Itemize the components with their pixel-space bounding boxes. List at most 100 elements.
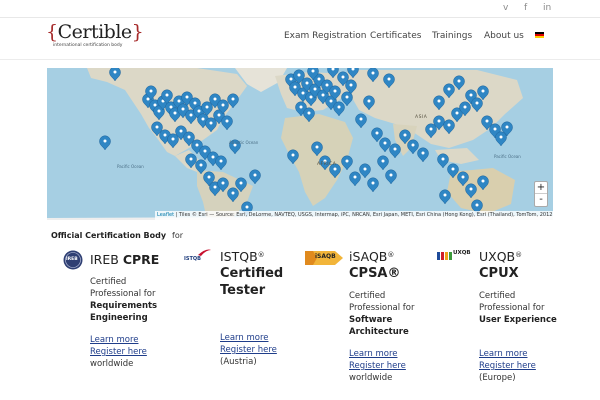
map-marker-dot [333, 89, 337, 93]
cert-ireb-title: CPRE [122, 252, 160, 267]
map-marker-dot [337, 105, 341, 109]
map-marker-dot [221, 103, 225, 107]
map-marker[interactable] [457, 171, 469, 187]
ireb-learn-more-link[interactable]: Learn more [90, 334, 185, 346]
map-marker[interactable] [359, 163, 371, 179]
map-marker[interactable] [167, 133, 179, 149]
map-marker[interactable] [389, 143, 401, 159]
map-marker[interactable] [355, 113, 367, 129]
map-marker[interactable] [347, 68, 359, 79]
istqb-learn-more-link[interactable]: Learn more [220, 332, 330, 344]
map-marker[interactable] [383, 73, 395, 89]
map-marker[interactable] [447, 163, 459, 179]
certible-logo[interactable]: {Certible} international certification b… [46, 21, 144, 53]
map-marker[interactable] [407, 139, 419, 155]
map-marker[interactable] [195, 159, 207, 175]
uxqb-logo[interactable]: UXQB [437, 247, 471, 265]
zoom-in-button[interactable]: + [535, 182, 547, 194]
map-marker-pin-icon [359, 163, 371, 179]
ireb-logo[interactable]: IREB [63, 250, 83, 274]
nav-about-us[interactable]: About us [484, 31, 524, 41]
facebook-icon[interactable]: f [524, 3, 527, 13]
map-marker-dot [353, 175, 357, 179]
isaqb-learn-more-link[interactable]: Learn more [349, 348, 459, 360]
map-marker[interactable] [303, 107, 315, 123]
map-marker[interactable] [439, 189, 451, 205]
map-marker[interactable] [363, 95, 375, 111]
map-marker-pin-icon [433, 95, 445, 111]
map-marker[interactable] [99, 135, 111, 151]
twitter-icon[interactable]: v [503, 3, 508, 13]
map-marker-dot [199, 163, 203, 167]
map-marker[interactable] [425, 123, 437, 139]
isaqb-register-link[interactable]: Register here [349, 360, 459, 372]
map-marker[interactable] [367, 68, 379, 83]
map-marker-dot [313, 87, 317, 91]
map-marker[interactable] [443, 119, 455, 135]
nav-certificates[interactable]: Certificates [370, 31, 421, 41]
map-marker[interactable] [327, 68, 339, 79]
logo-tagline: international certification body [53, 43, 123, 48]
isaqb-region: worldwide [349, 373, 393, 383]
map-marker-dot [461, 175, 465, 179]
leaflet-link[interactable]: Leaflet [157, 212, 174, 218]
uxqb-learn-more-link[interactable]: Learn more [479, 348, 594, 360]
map-marker-pin-icon [465, 183, 477, 199]
uxqb-register-link[interactable]: Register here [479, 360, 594, 372]
cert-ireb-desc-2: Professional for [90, 289, 156, 299]
map-marker[interactable] [333, 101, 345, 117]
map-marker[interactable] [495, 131, 507, 147]
map-marker-dot [371, 71, 375, 75]
map-marker[interactable] [349, 171, 361, 187]
map-marker[interactable] [433, 95, 445, 111]
map-marker[interactable] [227, 93, 239, 109]
world-map[interactable]: Atlantic Ocean Pacific Ocean AFRICA ASIA… [47, 68, 553, 220]
map-marker[interactable] [437, 153, 449, 169]
map-marker-pin-icon [383, 73, 395, 89]
nav-exam-registration[interactable]: Exam Registration [284, 31, 366, 41]
map-marker-pin-icon [205, 117, 217, 133]
cert-ireb-desc-bold-2: Engineering [90, 313, 148, 323]
map-marker-dot [245, 205, 249, 209]
map-marker[interactable] [417, 147, 429, 163]
map-marker[interactable] [249, 169, 261, 185]
cert-uxqb-desc-2: Professional for [479, 303, 545, 313]
map-marker-dot [349, 83, 353, 87]
map-marker[interactable] [221, 115, 233, 131]
map-marker[interactable] [465, 183, 477, 199]
map-marker[interactable] [109, 68, 121, 82]
map-marker[interactable] [311, 141, 323, 157]
map-marker[interactable] [377, 155, 389, 171]
zoom-out-button[interactable]: - [535, 194, 547, 206]
map-marker[interactable] [227, 187, 239, 203]
isaqb-logo[interactable]: iSAQB [305, 250, 343, 265]
map-marker-dot [475, 203, 479, 207]
map-marker[interactable] [205, 117, 217, 133]
map-marker-dot [325, 83, 329, 87]
map-marker[interactable] [367, 177, 379, 193]
map-marker-dot [181, 107, 185, 111]
map-marker[interactable] [477, 175, 489, 191]
map-marker[interactable] [385, 169, 397, 185]
map-marker[interactable] [443, 83, 455, 99]
linkedin-icon[interactable]: in [543, 3, 551, 13]
istqb-register-link[interactable]: Register here [220, 344, 330, 356]
map-marker[interactable] [379, 137, 391, 153]
map-marker-dot [447, 123, 451, 127]
map-marker-pin-icon [385, 169, 397, 185]
map-marker[interactable] [477, 85, 489, 101]
map-marker-dot [481, 89, 485, 93]
map-marker[interactable] [215, 155, 227, 171]
ireb-register-link[interactable]: Register here [90, 346, 185, 358]
map-marker[interactable] [287, 149, 299, 165]
german-flag-icon[interactable] [535, 32, 544, 38]
map-marker[interactable] [185, 153, 197, 169]
map-marker-pin-icon [443, 119, 455, 135]
map-marker-dot [441, 157, 445, 161]
map-marker-dot [209, 121, 213, 125]
map-marker[interactable] [471, 97, 483, 113]
map-marker[interactable] [453, 75, 465, 91]
istqb-logo[interactable]: ISTQB [184, 248, 212, 264]
map-marker[interactable] [341, 155, 353, 171]
nav-trainings[interactable]: Trainings [432, 31, 472, 41]
